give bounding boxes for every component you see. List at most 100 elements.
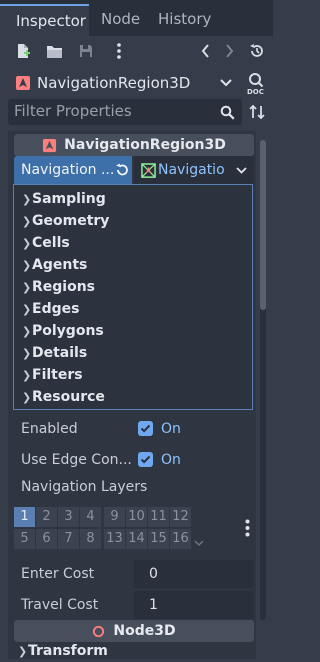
filter-properties-field[interactable] <box>8 99 242 125</box>
object-name[interactable]: NavigationRegion3D <box>37 72 190 94</box>
tab-history[interactable]: History <box>158 4 211 36</box>
search-icon <box>218 103 236 121</box>
revert-icon[interactable] <box>114 162 130 178</box>
property-use-edge-connections: Use Edge Con... On <box>14 446 254 474</box>
layer-cell[interactable]: 5 <box>14 529 35 549</box>
history-forward-icon[interactable] <box>221 42 237 60</box>
layer-cell[interactable]: 14 <box>126 529 147 549</box>
save-icon[interactable] <box>77 42 95 60</box>
subsection-polygons[interactable]: ❯Polygons <box>22 320 104 342</box>
subsection-label: Cells <box>32 235 70 251</box>
layers-menu-icon[interactable] <box>239 517 255 539</box>
chevron-right-icon: ❯ <box>22 325 32 338</box>
tab-node[interactable]: Node <box>101 4 140 36</box>
svg-text:DOC: DOC <box>247 88 264 95</box>
layer-cell[interactable]: 2 <box>36 507 57 527</box>
layer-cell[interactable]: 6 <box>36 529 57 549</box>
subsection-label: Edges <box>32 301 80 317</box>
chevron-right-icon: ❯ <box>22 281 32 294</box>
travel-cost-field[interactable]: 1 <box>134 591 254 619</box>
node3d-title: Node3D <box>113 623 176 639</box>
tab-inspector[interactable]: Inspector <box>0 4 89 36</box>
layers-expand-chevron-icon[interactable] <box>193 537 205 549</box>
chevron-right-icon: ❯ <box>22 303 32 316</box>
layer-cell[interactable]: 3 <box>58 507 79 527</box>
new-resource-icon[interactable] <box>14 42 32 60</box>
subsection-agents[interactable]: ❯Agents <box>22 254 87 276</box>
layer-cell[interactable]: 13 <box>104 529 125 549</box>
property-enabled: Enabled On <box>14 415 254 443</box>
subsection-label: Regions <box>32 279 96 295</box>
navigation-region-icon <box>14 74 32 92</box>
navigation-mesh-label: Navigation ... <box>21 162 115 178</box>
subsection-edges[interactable]: ❯Edges <box>22 298 79 320</box>
layer-cell[interactable]: 15 <box>148 529 169 549</box>
layer-cell[interactable]: 12 <box>170 507 191 527</box>
travel-cost-label: Travel Cost <box>21 597 99 613</box>
dock-tab-bar: Inspector Node History <box>0 0 273 36</box>
subsection-label: Geometry <box>32 213 110 229</box>
navigation-mesh-property-button[interactable]: Navigation ... <box>14 156 132 184</box>
chevron-right-icon: ❯ <box>22 369 32 382</box>
history-back-icon[interactable] <box>197 42 213 60</box>
subsection-details[interactable]: ❯Details <box>22 342 87 364</box>
layer-cell[interactable]: 4 <box>80 507 101 527</box>
subsection-geometry[interactable]: ❯Geometry <box>22 210 109 232</box>
chevron-right-icon: ❯ <box>22 391 32 404</box>
enter-cost-field[interactable]: 0 <box>134 560 254 588</box>
inspector-dock: Inspector Node History NavigationRegion3… <box>0 0 273 659</box>
subsection-transform[interactable]: ❯Transform <box>18 641 108 659</box>
tab-history-label: History <box>158 10 212 28</box>
inspector-scrollbar-thumb[interactable] <box>260 140 266 310</box>
subsection-label: Resource <box>32 389 105 405</box>
node3d-icon <box>93 625 105 637</box>
property-enter-cost: Enter Cost 0 <box>14 560 254 588</box>
enabled-checkbox[interactable]: On <box>134 416 254 442</box>
subsection-filters[interactable]: ❯Filters <box>22 364 83 386</box>
subsection-regions[interactable]: ❯Regions <box>22 276 95 298</box>
inspector-toolbar <box>0 36 273 68</box>
subsection-label: Agents <box>32 257 88 273</box>
resource-dropdown-chevron-icon[interactable] <box>234 164 248 176</box>
subsection-resource[interactable]: ❯Resource <box>22 386 105 408</box>
chevron-right-icon: ❯ <box>22 237 32 250</box>
open-folder-icon[interactable] <box>45 42 63 60</box>
filter-properties-input[interactable] <box>8 99 210 123</box>
layer-cell[interactable]: 9 <box>104 507 125 527</box>
checkbox-checked-icon <box>138 421 153 436</box>
use-edge-connections-value: On <box>161 452 181 468</box>
doc-help-icon[interactable]: DOC <box>245 70 269 96</box>
subsection-label: Polygons <box>32 323 104 339</box>
layer-cell[interactable]: 7 <box>58 529 79 549</box>
chevron-right-icon: ❯ <box>22 259 32 272</box>
use-edge-connections-checkbox[interactable]: On <box>134 447 254 473</box>
use-edge-connections-label: Use Edge Con... <box>21 452 132 468</box>
enter-cost-label: Enter Cost <box>21 566 95 582</box>
layer-cell[interactable]: 8 <box>80 529 101 549</box>
layer-cell[interactable]: 16 <box>170 529 191 549</box>
object-dropdown-chevron-icon[interactable] <box>218 74 234 92</box>
layer-cell[interactable]: 10 <box>126 507 147 527</box>
section-header-node3d[interactable]: Node3D <box>14 620 254 642</box>
navigation-region-icon <box>43 138 57 152</box>
more-menu-icon[interactable] <box>110 42 128 60</box>
navigation-layers-label: Navigation Layers <box>21 479 148 495</box>
section-header-navigation-region[interactable]: NavigationRegion3D <box>14 134 254 156</box>
transform-label: Transform <box>28 643 108 659</box>
navigation-mesh-subsections: ❯Sampling ❯Geometry ❯Cells ❯Agents ❯Regi… <box>13 184 253 410</box>
property-travel-cost: Travel Cost 1 <box>14 591 254 619</box>
sort-options-icon[interactable] <box>247 102 267 122</box>
navigation-mesh-icon <box>140 162 156 178</box>
navigation-mesh-resource-picker[interactable]: Navigatio <box>134 156 254 184</box>
object-selector-row: NavigationRegion3D DOC <box>0 68 273 98</box>
subsection-sampling[interactable]: ❯Sampling <box>22 188 106 210</box>
recent-history-icon[interactable] <box>247 42 267 60</box>
chevron-right-icon: ❯ <box>22 215 32 228</box>
tab-inspector-label: Inspector <box>16 12 86 30</box>
chevron-right-icon: ❯ <box>18 645 28 658</box>
layer-cell[interactable]: 1 <box>14 507 35 527</box>
tab-node-label: Node <box>101 10 141 28</box>
property-navigation-layers: Navigation Layers <box>14 473 254 501</box>
layer-cell[interactable]: 11 <box>148 507 169 527</box>
subsection-cells[interactable]: ❯Cells <box>22 232 70 254</box>
